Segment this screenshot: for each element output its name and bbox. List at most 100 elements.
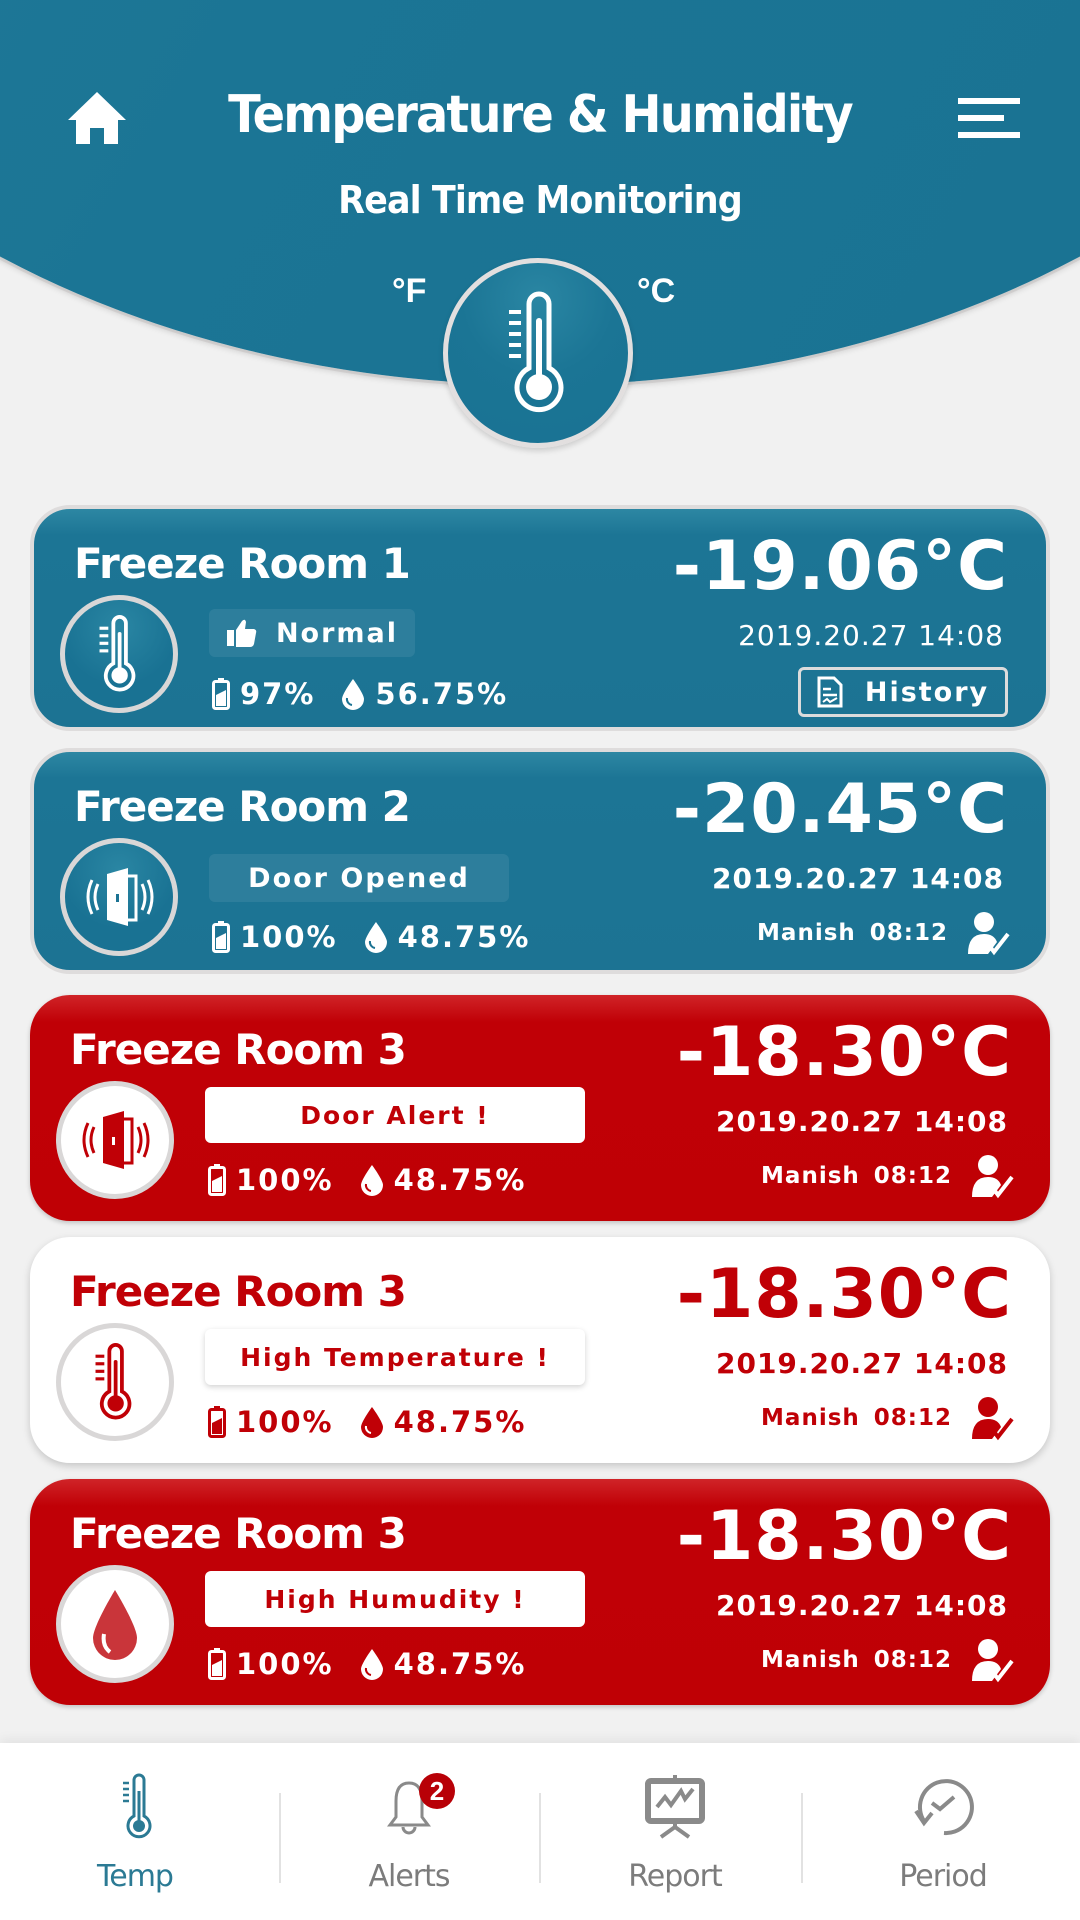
- thermometer-icon: [95, 1343, 132, 1420]
- room-name: Freeze Room 3: [70, 1025, 407, 1074]
- room-temperature: -18.30°C: [676, 1013, 1012, 1092]
- battery-icon: [212, 921, 230, 953]
- unit-celsius-toggle[interactable]: °C: [637, 272, 675, 311]
- room-metrics: 100% 48.75%: [208, 1405, 552, 1439]
- battery-level: 100%: [236, 1647, 334, 1681]
- humidity-drop-icon: [360, 1407, 383, 1438]
- door-open-icon: [86, 868, 154, 926]
- menu-button[interactable]: [958, 96, 1022, 140]
- humidity-drop-icon: [342, 679, 365, 710]
- room-status-icon: [60, 838, 178, 956]
- battery-level: 100%: [236, 1405, 334, 1439]
- room-name: Freeze Room 2: [74, 782, 411, 831]
- battery-level: 100%: [240, 920, 338, 954]
- battery-icon: [208, 1648, 226, 1680]
- room-temperature: -20.45°C: [672, 770, 1008, 849]
- ack-time: 08:12: [873, 1405, 952, 1431]
- nav-tab-report[interactable]: Report: [540, 1743, 810, 1920]
- nav-label: Alerts: [368, 1859, 450, 1894]
- user-check-icon: [972, 1397, 1014, 1441]
- presentation-chart-icon: [645, 1775, 705, 1839]
- user-check-icon: [968, 912, 1010, 956]
- nav-label: Period: [899, 1859, 988, 1894]
- status-text: Door Opened: [248, 862, 470, 894]
- humidity-drop-icon: [360, 1165, 383, 1196]
- document-icon: [817, 676, 843, 708]
- battery-icon: [208, 1406, 226, 1438]
- status-badge[interactable]: High Humudity !: [205, 1571, 585, 1627]
- acknowledged-by: Manish 08:12: [761, 1637, 1014, 1683]
- status-badge[interactable]: Door Alert !: [205, 1087, 585, 1143]
- room-card[interactable]: Freeze Room 3 -18.30°C High Temperature …: [30, 1237, 1050, 1463]
- room-datetime: 2019.20.27 14:08: [715, 1589, 1008, 1622]
- thermometer-icon: [123, 1773, 152, 1839]
- nav-divider: [801, 1793, 803, 1883]
- alerts-count-badge: 2: [419, 1773, 455, 1809]
- room-temperature: -18.30°C: [676, 1255, 1012, 1334]
- room-metrics: 97% 56.75%: [212, 677, 534, 711]
- status-badge[interactable]: Normal: [209, 609, 415, 657]
- room-status-icon: [56, 1081, 174, 1199]
- humidity-level: 48.75%: [393, 1163, 527, 1197]
- status-text: High Humudity !: [264, 1584, 526, 1614]
- status-text: High Temperature !: [240, 1342, 550, 1372]
- humidity-level: 48.75%: [393, 1405, 527, 1439]
- status-badge[interactable]: Door Opened: [209, 854, 509, 902]
- room-datetime: 2019.20.27 14:08: [715, 1105, 1008, 1138]
- thumbs-up-icon: [226, 619, 257, 647]
- unit-switch-button[interactable]: [443, 258, 633, 448]
- room-name: Freeze Room 1: [74, 539, 411, 588]
- humidity-drop-icon: [364, 922, 387, 953]
- battery-level: 97%: [240, 677, 316, 711]
- nav-tab-alerts[interactable]: 2 Alerts: [274, 1743, 544, 1920]
- room-metrics: 100% 48.75%: [212, 920, 556, 954]
- ack-user: Manish: [761, 1405, 860, 1431]
- room-name: Freeze Room 3: [70, 1267, 407, 1316]
- room-status-icon: [60, 595, 178, 713]
- battery-icon: [212, 678, 230, 710]
- menu-icon-line: [958, 115, 1004, 121]
- user-check-icon: [972, 1155, 1014, 1199]
- room-status-icon: [56, 1323, 174, 1441]
- status-text: Door Alert !: [300, 1100, 490, 1130]
- room-card[interactable]: Freeze Room 3 -18.30°C High Humudity ! 1…: [30, 1479, 1050, 1705]
- room-metrics: 100% 48.75%: [208, 1647, 552, 1681]
- nav-tab-temp[interactable]: Temp: [0, 1743, 270, 1920]
- menu-icon-line: [958, 132, 1020, 138]
- ack-time: 08:12: [869, 920, 948, 946]
- nav-label: Report: [628, 1859, 722, 1894]
- room-temperature: -19.06°C: [672, 527, 1008, 606]
- room-metrics: 100% 48.75%: [208, 1163, 552, 1197]
- room-card[interactable]: Freeze Room 3 -18.30°C Door Alert ! 100%…: [30, 995, 1050, 1221]
- room-datetime: 2019.20.27 14:08: [738, 619, 1004, 652]
- thermometer-icon: [99, 615, 136, 692]
- acknowledged-by: Manish 08:12: [761, 1153, 1014, 1199]
- history-clock-icon: [914, 1779, 974, 1836]
- room-card[interactable]: Freeze Room 1 -19.06°C Normal 97% 56.75%…: [30, 505, 1050, 731]
- status-badge[interactable]: High Temperature !: [205, 1329, 585, 1385]
- menu-icon: [958, 98, 1020, 104]
- ack-time: 08:12: [873, 1163, 952, 1189]
- page-title: Temperature & Humidity: [228, 85, 854, 145]
- room-card[interactable]: Freeze Room 2 -20.45°C Door Opened 100% …: [30, 748, 1050, 974]
- room-datetime: 2019.20.27 14:08: [711, 862, 1004, 895]
- history-label: History: [864, 676, 990, 708]
- acknowledged-by: Manish 08:12: [757, 910, 1010, 956]
- humidity-level: 48.75%: [397, 920, 531, 954]
- nav-tab-period[interactable]: Period: [808, 1743, 1078, 1920]
- unit-fahrenheit-toggle[interactable]: °F: [392, 272, 426, 311]
- humidity-level: 48.75%: [393, 1647, 527, 1681]
- humidity-level: 56.75%: [375, 677, 509, 711]
- bottom-nav: Temp 2 Alerts Report Period: [0, 1743, 1080, 1920]
- history-button[interactable]: History: [798, 667, 1008, 717]
- thermometer-icon: [509, 291, 564, 413]
- room-datetime: 2019.20.27 14:08: [715, 1347, 1008, 1380]
- nav-label: Temp: [97, 1859, 174, 1894]
- page-subtitle: Real Time Monitoring: [338, 178, 743, 222]
- ack-user: Manish: [761, 1163, 860, 1189]
- room-name: Freeze Room 3: [70, 1509, 407, 1558]
- ack-user: Manish: [761, 1647, 860, 1673]
- user-check-icon: [972, 1639, 1014, 1683]
- acknowledged-by: Manish 08:12: [761, 1395, 1014, 1441]
- door-open-icon: [82, 1111, 150, 1169]
